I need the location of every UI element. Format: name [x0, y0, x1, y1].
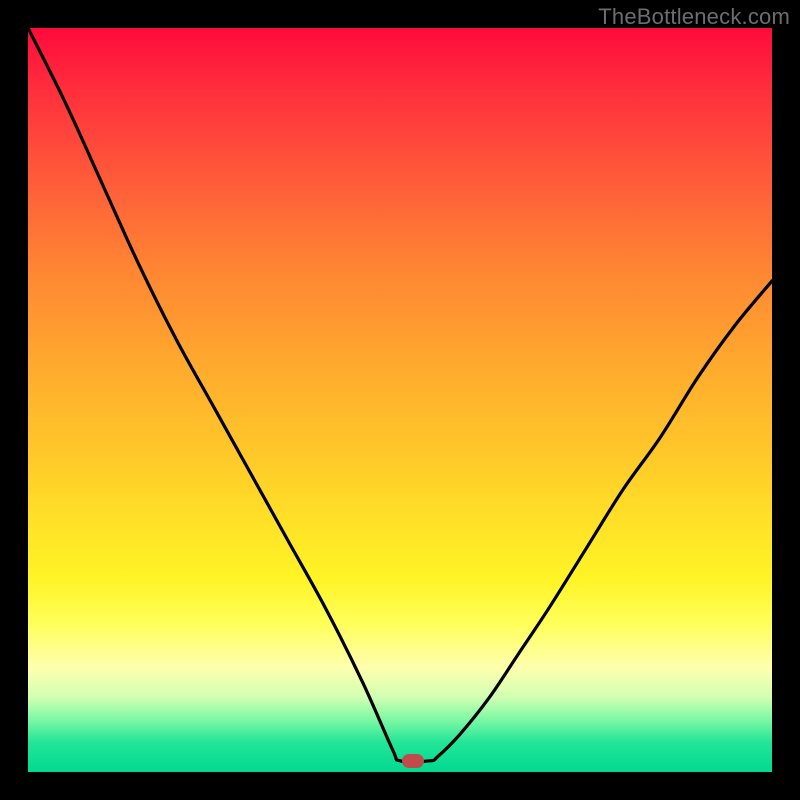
optimal-point-marker: [402, 754, 424, 768]
watermark-text: TheBottleneck.com: [598, 4, 790, 30]
chart-frame: TheBottleneck.com: [0, 0, 800, 800]
bottleneck-curve: [28, 28, 772, 772]
plot-area: [28, 28, 772, 772]
